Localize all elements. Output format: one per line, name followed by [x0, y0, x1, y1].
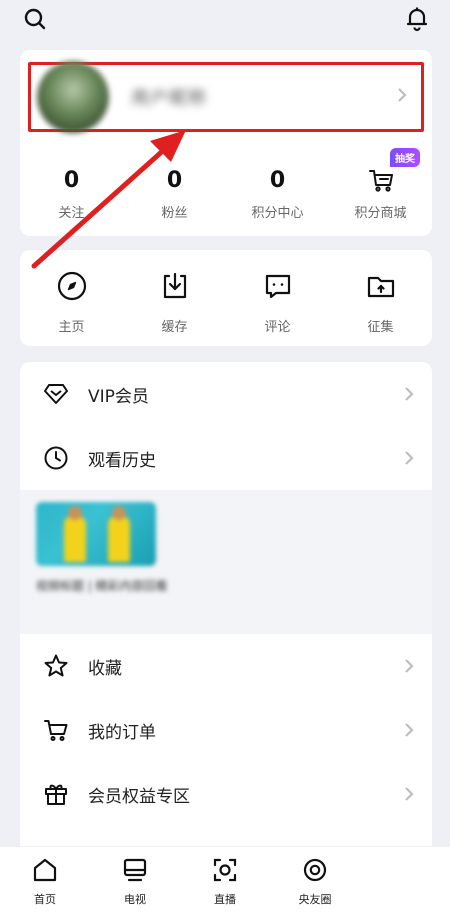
- tab-home[interactable]: 首页: [0, 847, 90, 920]
- live-icon: [212, 857, 238, 887]
- tab-tv[interactable]: 电视: [90, 847, 180, 920]
- avatar[interactable]: [37, 61, 109, 133]
- tab-circle[interactable]: 央友圈: [270, 847, 360, 920]
- gift-icon: [42, 780, 70, 808]
- stat-points[interactable]: 0 积分中心: [226, 166, 329, 226]
- history-strip: 视频标题 | 精彩内容回看: [20, 490, 432, 634]
- cart-icon: [367, 166, 395, 196]
- tab-label: 首页: [34, 893, 56, 906]
- history-thumbnail[interactable]: [36, 502, 156, 566]
- chevron-right-icon: [404, 786, 414, 806]
- circle-icon: [302, 857, 328, 887]
- history-item-title[interactable]: 视频标题 | 精彩内容回看: [36, 576, 176, 596]
- shortcut-label: 主页: [58, 320, 85, 335]
- stat-points-mall[interactable]: 积分商城: [329, 166, 432, 226]
- profile-card: 用户昵称 抽奖 0 关注 0 粉丝 0 积分中心 积分商城: [20, 50, 432, 236]
- tab-label: 直播: [214, 893, 236, 906]
- menu-item-history[interactable]: 观看历史: [20, 426, 432, 490]
- menu-item-vip[interactable]: VIP会员: [20, 362, 432, 426]
- menu-item-benefits[interactable]: 会员权益专区: [20, 762, 432, 826]
- stat-label: 粉丝: [161, 206, 188, 221]
- shortcut-cache[interactable]: 缓存: [123, 250, 226, 346]
- menu-item-orders[interactable]: 我的订单: [20, 698, 432, 762]
- shortcut-label: 评论: [264, 320, 291, 335]
- stat-label: 关注: [58, 206, 85, 221]
- shortcut-collect[interactable]: 征集: [329, 250, 432, 346]
- stat-value: 0: [166, 168, 183, 193]
- menu-label: 我的订单: [88, 722, 156, 743]
- bottom-nav: 首页 电视 直播 央友圈: [0, 846, 450, 920]
- stat-fans[interactable]: 0 粉丝: [123, 166, 226, 226]
- shortcut-card: 主页 缓存 评论 征集: [20, 250, 432, 346]
- menu-label: 收藏: [88, 658, 122, 679]
- menu-label: 观看历史: [88, 450, 156, 471]
- shortcut-home[interactable]: 主页: [20, 250, 123, 346]
- chevron-right-icon: [397, 87, 407, 107]
- diamond-icon: [42, 380, 70, 408]
- chevron-right-icon: [404, 722, 414, 742]
- tab-label: 电视: [124, 893, 146, 906]
- stat-value: 0: [63, 168, 80, 193]
- chevron-right-icon: [404, 450, 414, 470]
- stat-label: 积分商城: [354, 206, 407, 221]
- chevron-right-icon: [404, 386, 414, 406]
- menu-label: 会员权益专区: [88, 786, 190, 807]
- shortcut-label: 缓存: [161, 320, 188, 335]
- home-icon: [32, 857, 58, 887]
- stat-label: 积分中心: [251, 206, 304, 221]
- tab-label: 央友圈: [298, 893, 332, 906]
- menu-item-favorites[interactable]: 收藏: [20, 634, 432, 698]
- shortcut-label: 征集: [367, 320, 394, 335]
- chevron-right-icon: [404, 658, 414, 678]
- comment-icon: [262, 270, 294, 306]
- folder-upload-icon: [365, 270, 397, 306]
- profile-row[interactable]: 用户昵称: [28, 61, 424, 133]
- star-icon: [42, 652, 70, 680]
- tab-live[interactable]: 直播: [180, 847, 270, 920]
- tv-icon: [122, 857, 148, 887]
- stat-follow[interactable]: 0 关注: [20, 166, 123, 226]
- download-icon: [159, 270, 191, 306]
- search-icon[interactable]: [20, 4, 50, 34]
- nickname: 用户昵称: [131, 88, 207, 109]
- shortcut-comment[interactable]: 评论: [226, 250, 329, 346]
- cart-icon: [42, 716, 70, 744]
- compass-icon: [56, 270, 88, 306]
- menu-list-card: VIP会员 观看历史 视频标题 | 精彩内容回看 收藏 我的订单 会员权益专区: [20, 362, 432, 862]
- top-bar: [0, 0, 450, 44]
- bell-icon[interactable]: [402, 4, 432, 34]
- clock-icon: [42, 444, 70, 472]
- lottery-badge[interactable]: 抽奖: [390, 148, 420, 167]
- menu-label: VIP会员: [88, 386, 149, 407]
- stat-value: 0: [269, 168, 286, 193]
- stats-row: 0 关注 0 粉丝 0 积分中心 积分商城: [20, 166, 432, 226]
